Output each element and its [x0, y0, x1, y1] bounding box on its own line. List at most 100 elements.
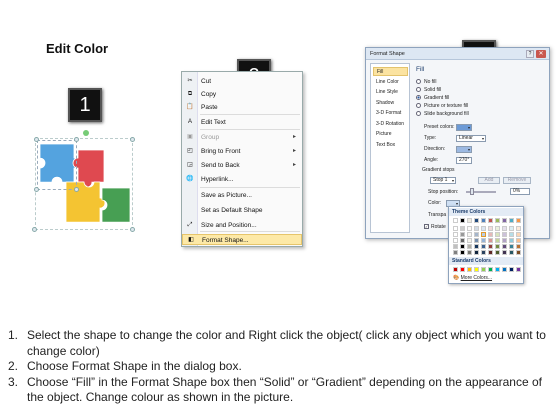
theme-color-swatch[interactable]	[481, 218, 486, 223]
menu-item-paste[interactable]: 📋 Paste	[182, 102, 302, 113]
theme-color-swatch[interactable]	[453, 238, 458, 243]
fill-option-slide-background-fill[interactable]: Slide background fill	[416, 110, 536, 118]
stop-position-input[interactable]: 0%	[510, 188, 530, 195]
standard-color-swatch[interactable]	[453, 267, 458, 272]
theme-color-swatch[interactable]	[495, 232, 500, 237]
stop-position-slider[interactable]	[470, 188, 474, 195]
menu-item-format-shape[interactable]: ◧ Format Shape...	[182, 234, 302, 245]
theme-color-swatch[interactable]	[460, 244, 465, 249]
resize-handle[interactable]	[74, 187, 79, 192]
menu-item-set-as-default-shape[interactable]: Set as Default Shape	[182, 205, 302, 216]
angle-input[interactable]: 270°	[456, 157, 472, 164]
radio-button[interactable]	[416, 111, 421, 117]
theme-color-swatch[interactable]	[460, 250, 465, 255]
fill-option-no-fill[interactable]: No fill	[416, 78, 536, 86]
theme-color-swatch[interactable]	[502, 218, 507, 223]
resize-handle[interactable]	[74, 137, 79, 142]
theme-color-swatch[interactable]	[509, 250, 514, 255]
theme-color-swatch[interactable]	[474, 218, 479, 223]
theme-color-swatch[interactable]	[509, 218, 514, 223]
theme-color-swatch[interactable]	[474, 244, 479, 249]
rotate-handle[interactable]	[83, 130, 89, 136]
theme-color-swatch[interactable]	[495, 218, 500, 223]
theme-color-swatch[interactable]	[467, 218, 472, 223]
fill-option-gradient-fill[interactable]: Gradient fill	[416, 94, 536, 102]
standard-color-swatch[interactable]	[481, 267, 486, 272]
rotate-checkbox[interactable]: ✓ Rotate	[424, 223, 446, 232]
theme-color-swatch[interactable]	[488, 244, 493, 249]
theme-color-swatch[interactable]	[509, 244, 514, 249]
menu-item-send-to-back[interactable]: ◲ Send to Back ▸	[182, 160, 302, 171]
type-dropdown[interactable]: Linear ▾	[456, 135, 486, 142]
theme-color-swatch[interactable]	[502, 226, 507, 231]
theme-color-swatch[interactable]	[453, 226, 458, 231]
theme-color-swatch[interactable]	[509, 232, 514, 237]
nav-item-3-d-format[interactable]: 3-D Format	[373, 109, 408, 118]
resize-handle[interactable]	[34, 137, 39, 142]
nav-item-line-color[interactable]: Line Color	[373, 78, 408, 87]
theme-color-swatch[interactable]	[467, 238, 472, 243]
theme-color-swatch[interactable]	[481, 238, 486, 243]
nav-item-line-style[interactable]: Line Style	[373, 88, 408, 97]
theme-color-swatch[interactable]	[495, 238, 500, 243]
menu-item-copy[interactable]: ⧉ Copy	[182, 89, 302, 100]
menu-item-size-and-position[interactable]: ⤢ Size and Position...	[182, 220, 302, 231]
theme-color-swatch[interactable]	[502, 250, 507, 255]
theme-color-swatch[interactable]	[488, 238, 493, 243]
fill-option-picture-or-texture-fill[interactable]: Picture or texture fill	[416, 102, 536, 110]
nav-item-fill[interactable]: Fill	[373, 67, 408, 76]
nav-item-text-box[interactable]: Text Box	[373, 141, 408, 150]
direction-dropdown[interactable]: ▾	[456, 146, 472, 153]
theme-color-swatch[interactable]	[509, 238, 514, 243]
standard-color-swatch[interactable]	[460, 267, 465, 272]
theme-color-swatch[interactable]	[516, 238, 521, 243]
theme-color-swatch[interactable]	[516, 232, 521, 237]
theme-color-swatch[interactable]	[488, 226, 493, 231]
menu-item-save-as-picture[interactable]: Save as Picture...	[182, 190, 302, 201]
theme-color-swatch[interactable]	[453, 250, 458, 255]
standard-color-swatch[interactable]	[467, 267, 472, 272]
resize-handle[interactable]	[32, 227, 37, 232]
standard-color-swatch[interactable]	[509, 267, 514, 272]
radio-button[interactable]	[416, 79, 421, 85]
nav-item-3-d-rotation[interactable]: 3-D Rotation	[373, 120, 408, 129]
resize-handle[interactable]	[130, 227, 135, 232]
theme-color-swatch[interactable]	[460, 238, 465, 243]
standard-color-swatch[interactable]	[516, 267, 521, 272]
theme-color-swatch[interactable]	[516, 226, 521, 231]
radio-button[interactable]	[416, 103, 421, 109]
theme-color-swatch[interactable]	[481, 250, 486, 255]
theme-color-swatch[interactable]	[481, 244, 486, 249]
theme-color-swatch[interactable]	[509, 226, 514, 231]
remove-stop-button[interactable]: Remove	[503, 177, 531, 184]
theme-color-swatch[interactable]	[516, 244, 521, 249]
close-icon[interactable]: ✕	[536, 50, 546, 58]
theme-color-swatch[interactable]	[516, 218, 521, 223]
menu-item-bring-to-front[interactable]: ◰ Bring to Front ▸	[182, 146, 302, 157]
standard-color-swatch[interactable]	[502, 267, 507, 272]
menu-item-edit-text[interactable]: A Edit Text	[182, 117, 302, 128]
stop-dropdown[interactable]: Stop 1 ▾	[430, 177, 456, 184]
theme-color-swatch[interactable]	[502, 244, 507, 249]
theme-color-swatch[interactable]	[481, 232, 486, 237]
theme-color-swatch[interactable]	[502, 238, 507, 243]
theme-color-swatch[interactable]	[453, 232, 458, 237]
more-colors-link[interactable]: 🎨 More Colors...	[453, 275, 492, 281]
theme-color-swatch[interactable]	[474, 250, 479, 255]
theme-color-swatch[interactable]	[481, 226, 486, 231]
theme-color-swatch[interactable]	[453, 244, 458, 249]
theme-color-swatch[interactable]	[495, 244, 500, 249]
resize-handle[interactable]	[130, 137, 135, 142]
nav-item-picture[interactable]: Picture	[373, 130, 408, 139]
standard-color-swatch[interactable]	[495, 267, 500, 272]
radio-button[interactable]	[416, 95, 421, 101]
fill-option-solid-fill[interactable]: Solid fill	[416, 86, 536, 94]
theme-color-swatch[interactable]	[467, 232, 472, 237]
standard-color-swatch[interactable]	[488, 267, 493, 272]
puzzle-group[interactable]	[32, 130, 135, 233]
theme-color-swatch[interactable]	[474, 226, 479, 231]
theme-color-swatch[interactable]	[495, 226, 500, 231]
theme-color-swatch[interactable]	[516, 250, 521, 255]
theme-color-swatch[interactable]	[495, 250, 500, 255]
theme-color-swatch[interactable]	[460, 232, 465, 237]
